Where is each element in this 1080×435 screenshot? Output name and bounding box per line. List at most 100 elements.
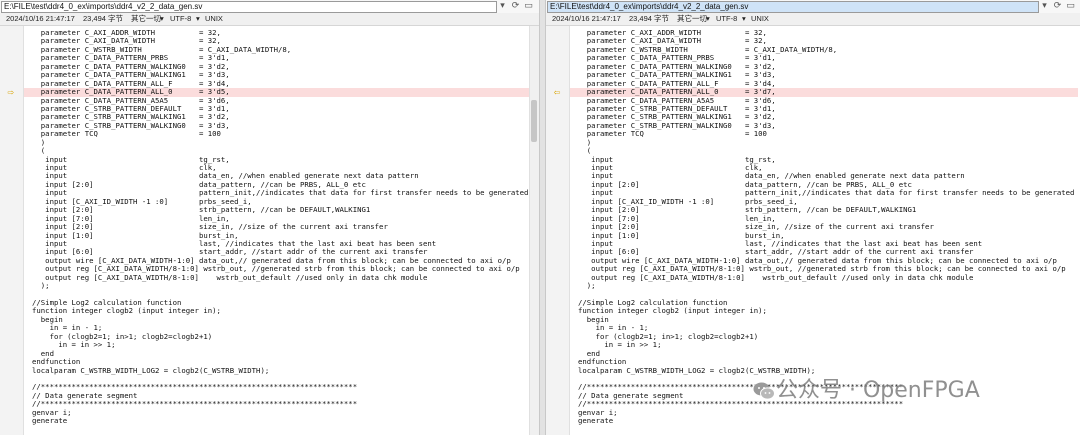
code-line[interactable]: in = in - 1; <box>570 324 1078 332</box>
code-line[interactable]: parameter C_DATA_PATTERN_A5A5 = 3'd6, <box>24 97 530 105</box>
left-scroll-thumb[interactable] <box>531 100 537 142</box>
code-line[interactable]: input [2:0] strb_pattern, //can be DEFAU… <box>24 206 530 214</box>
code-line[interactable]: ( <box>24 147 530 155</box>
code-line[interactable]: parameter C_DATA_PATTERN_WALKING0 = 3'd2… <box>24 63 530 71</box>
code-line[interactable]: input [2:0] size_in, //size of the curre… <box>570 223 1078 231</box>
diff-highlighted-line[interactable]: parameter C_DATA_PATTERN_ALL_0 = 3'd7, <box>570 88 1078 97</box>
code-line[interactable]: input [6:0] start_addr, //start addr of … <box>24 248 530 256</box>
code-line[interactable]: input [2:0] strb_pattern, //can be DEFAU… <box>570 206 1078 214</box>
code-line[interactable]: for (clogb2=1; in>1; clogb2=clogb2+1) <box>24 333 530 341</box>
code-line[interactable]: begin <box>24 316 530 324</box>
code-line[interactable]: parameter C_STRB_PATTERN_DEFAULT = 3'd1, <box>24 105 530 113</box>
dropdown-arrow-icon[interactable]: ▾ <box>1039 1 1050 12</box>
code-line[interactable]: begin <box>570 316 1078 324</box>
code-line[interactable]: output wire [C_AXI_DATA_WIDTH-1:0] data_… <box>570 257 1078 265</box>
code-line[interactable]: parameter C_STRB_PATTERN_WALKING1 = 3'd2… <box>570 113 1078 121</box>
code-line[interactable]: parameter C_AXI_DATA_WIDTH = 32, <box>570 37 1078 45</box>
code-line[interactable]: in = in >> 1; <box>24 341 530 349</box>
right-code-view[interactable]: parameter C_AXI_ADDR_WIDTH = 32, paramet… <box>570 29 1078 426</box>
code-line[interactable]: end <box>24 350 530 358</box>
code-line[interactable]: parameter C_STRB_PATTERN_WALKING1 = 3'd2… <box>24 113 530 121</box>
code-line[interactable]: parameter TCQ = 100 <box>24 130 530 138</box>
left-encoding[interactable]: UTF-8 <box>170 13 191 25</box>
code-line[interactable]: parameter C_DATA_PATTERN_WALKING1 = 3'd3… <box>24 71 530 79</box>
left-editor[interactable]: ⇨ parameter C_AXI_ADDR_WIDTH = 32, param… <box>0 26 539 435</box>
code-line[interactable]: end <box>570 350 1078 358</box>
code-line[interactable]: genvar i; <box>24 409 530 417</box>
code-line[interactable]: input pattern_init,//indicates that data… <box>570 189 1078 197</box>
dropdown-arrow-icon[interactable]: ▾ <box>497 1 508 12</box>
code-line[interactable]: input [C_AXI_ID_WIDTH -1 :0] prbs_seed_i… <box>570 198 1078 206</box>
left-vertical-scrollbar[interactable] <box>529 26 539 435</box>
pane-splitter[interactable] <box>539 0 546 435</box>
left-mode-dropdown-icon[interactable]: ▾ <box>160 13 164 25</box>
code-line[interactable]: parameter TCQ = 100 <box>570 130 1078 138</box>
code-line[interactable]: parameter C_DATA_PATTERN_PRBS = 3'd1, <box>570 54 1078 62</box>
diff-highlighted-line[interactable]: parameter C_DATA_PATTERN_ALL_0 = 3'd5, <box>24 88 530 97</box>
code-line[interactable]: input last, //indicates that the last ax… <box>570 240 1078 248</box>
code-line[interactable]: endfunction <box>24 358 530 366</box>
open-folder-icon[interactable]: ▭ <box>523 1 534 12</box>
code-line[interactable]: output reg [C_AXI_DATA_WIDTH/8-1:0] wstr… <box>570 265 1078 273</box>
open-folder-icon[interactable]: ▭ <box>1065 1 1076 12</box>
code-line[interactable]: input tg_rst, <box>570 156 1078 164</box>
code-line[interactable]: parameter C_DATA_PATTERN_ALL_F = 3'd4, <box>570 80 1078 88</box>
code-line[interactable]: for (clogb2=1; in>1; clogb2=clogb2+1) <box>570 333 1078 341</box>
code-line[interactable]: input [2:0] size_in, //size of the curre… <box>24 223 530 231</box>
code-line[interactable]: input tg_rst, <box>24 156 530 164</box>
code-line[interactable]: input last, //indicates that the last ax… <box>24 240 530 248</box>
code-line[interactable]: input [7:0] len_in, <box>24 215 530 223</box>
code-line[interactable]: parameter C_STRB_PATTERN_WALKING0 = 3'd3… <box>570 122 1078 130</box>
code-line[interactable]: ); <box>570 282 1078 290</box>
code-line[interactable]: parameter C_DATA_PATTERN_ALL_F = 3'd4, <box>24 80 530 88</box>
right-line-ending[interactable]: UNIX <box>751 13 769 25</box>
code-line[interactable]: input [6:0] start_addr, //start addr of … <box>570 248 1078 256</box>
code-line[interactable]: endfunction <box>570 358 1078 366</box>
code-line[interactable]: parameter C_AXI_ADDR_WIDTH = 32, <box>24 29 530 37</box>
code-line[interactable]: input [C_AXI_ID_WIDTH -1 :0] prbs_seed_i… <box>24 198 530 206</box>
code-line[interactable]: parameter C_STRB_PATTERN_WALKING0 = 3'd3… <box>24 122 530 130</box>
refresh-icon[interactable]: ⟳ <box>510 1 521 12</box>
code-line[interactable]: input clk, <box>570 164 1078 172</box>
code-line[interactable]: ( <box>570 147 1078 155</box>
diff-arrow-left-icon[interactable]: ⇦ <box>552 89 562 97</box>
refresh-icon[interactable]: ⟳ <box>1052 1 1063 12</box>
code-line[interactable]: generate <box>570 417 1078 425</box>
right-mode[interactable]: 其它一切 <box>677 13 707 25</box>
code-line[interactable]: ) <box>570 139 1078 147</box>
code-line[interactable]: output reg [C_AXI_DATA_WIDTH/8-1:0] wstr… <box>24 274 530 282</box>
left-path-input[interactable]: E:\FILE\test\ddr4_0_ex\imports\ddr4_v2_2… <box>1 1 497 13</box>
code-line[interactable]: output reg [C_AXI_DATA_WIDTH/8-1:0] wstr… <box>24 265 530 273</box>
code-line[interactable]: in = in >> 1; <box>570 341 1078 349</box>
code-line[interactable]: input [1:0] burst_in, <box>24 232 530 240</box>
code-line[interactable]: input pattern_init,//indicates that data… <box>24 189 530 197</box>
code-line[interactable]: function integer clogb2 (input integer i… <box>570 307 1078 315</box>
code-line[interactable]: input data_en, //when enabled generate n… <box>570 172 1078 180</box>
code-line[interactable]: parameter C_WSTRB_WIDTH = C_AXI_DATA_WID… <box>24 46 530 54</box>
code-line[interactable]: input data_en, //when enabled generate n… <box>24 172 530 180</box>
code-line[interactable]: parameter C_DATA_PATTERN_WALKING1 = 3'd3… <box>570 71 1078 79</box>
code-line[interactable]: input [1:0] burst_in, <box>570 232 1078 240</box>
left-encoding-dropdown-icon[interactable]: ▾ <box>196 13 200 25</box>
left-line-ending[interactable]: UNIX <box>205 13 223 25</box>
code-line[interactable]: input [2:0] data_pattern, //can be PRBS,… <box>570 181 1078 189</box>
code-line[interactable]: ) <box>24 139 530 147</box>
code-line[interactable]: localparam C_WSTRB_WIDTH_LOG2 = clogb2(C… <box>24 367 530 375</box>
left-code-view[interactable]: parameter C_AXI_ADDR_WIDTH = 32, paramet… <box>24 29 530 426</box>
code-line[interactable]: //Simple Log2 calculation function <box>570 299 1078 307</box>
right-path-input[interactable]: E:\FILE\test\ddr4_0_ex\imports\ddr4_v2_2… <box>547 1 1039 13</box>
code-line[interactable]: input [2:0] data_pattern, //can be PRBS,… <box>24 181 530 189</box>
code-line[interactable]: generate <box>24 417 530 425</box>
code-line[interactable]: parameter C_DATA_PATTERN_WALKING0 = 3'd2… <box>570 63 1078 71</box>
code-line[interactable]: parameter C_DATA_PATTERN_PRBS = 3'd1, <box>24 54 530 62</box>
code-line[interactable] <box>24 375 530 383</box>
right-encoding[interactable]: UTF-8 <box>716 13 737 25</box>
code-line[interactable]: output wire [C_AXI_DATA_WIDTH-1:0] data_… <box>24 257 530 265</box>
diff-arrow-right-icon[interactable]: ⇨ <box>6 89 16 97</box>
code-line[interactable] <box>24 291 530 299</box>
right-encoding-dropdown-icon[interactable]: ▾ <box>742 13 746 25</box>
code-line[interactable] <box>570 291 1078 299</box>
code-line[interactable]: in = in - 1; <box>24 324 530 332</box>
code-line[interactable]: parameter C_AXI_ADDR_WIDTH = 32, <box>570 29 1078 37</box>
code-line[interactable]: parameter C_WSTRB_WIDTH = C_AXI_DATA_WID… <box>570 46 1078 54</box>
